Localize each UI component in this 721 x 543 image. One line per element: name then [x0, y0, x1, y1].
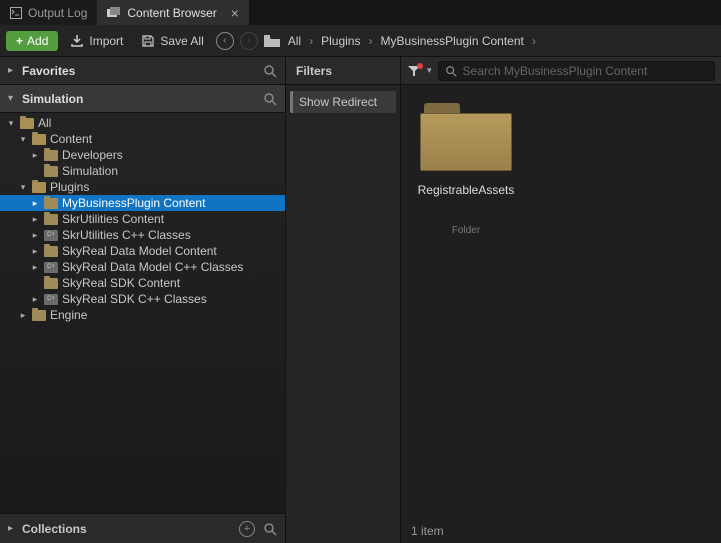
import-icon [70, 34, 84, 48]
tab-bar: Output Log Content Browser × [0, 0, 721, 25]
search-icon[interactable] [263, 522, 277, 536]
search-icon[interactable] [263, 92, 277, 106]
terminal-icon [10, 7, 22, 19]
folder-icon [44, 214, 58, 225]
save-all-button[interactable]: Save All [135, 31, 209, 51]
import-button[interactable]: Import [64, 31, 129, 51]
item-count: 1 item [411, 524, 444, 538]
folder-icon [20, 118, 34, 129]
tree-skyreal-sdk-content[interactable]: SkyReal SDK Content [0, 275, 285, 291]
filter-chip-label: Show Redirect [299, 95, 377, 109]
tree-skyreal-sdk-cpp[interactable]: ▸C+SkyReal SDK C++ Classes [0, 291, 285, 307]
folder-icon [44, 246, 58, 257]
favorites-header[interactable]: ▸ Favorites [0, 57, 285, 85]
crumb-plugin[interactable]: MyBusinessPlugin Content [376, 32, 527, 50]
cpp-icon: C+ [44, 230, 58, 241]
add-label: Add [27, 34, 48, 48]
collections-title: Collections [22, 522, 239, 536]
cpp-icon: C+ [44, 294, 58, 305]
tree-engine[interactable]: ▸Engine [0, 307, 285, 323]
search-input[interactable] [463, 64, 708, 78]
tree-simulation[interactable]: Simulation [0, 163, 285, 179]
simulation-header[interactable]: ▾ Simulation [0, 85, 285, 113]
filters-title: Filters [296, 64, 332, 78]
sources-panel: ▸ Favorites ▾ Simulation ▾All ▾Content ▸… [0, 57, 286, 543]
expander-icon[interactable]: ▾ [8, 93, 18, 104]
crumb-all[interactable]: All [284, 32, 305, 50]
favorites-title: Favorites [22, 64, 263, 78]
folder-stack-icon [107, 7, 121, 19]
plus-icon: + [16, 34, 23, 48]
tab-output-log[interactable]: Output Log [0, 0, 97, 25]
folder-icon [44, 150, 58, 161]
folder-icon [32, 134, 46, 145]
tree-skyreal-dm-content[interactable]: ▸SkyReal Data Model Content [0, 243, 285, 259]
tab-content-browser[interactable]: Content Browser × [97, 0, 249, 25]
content-toolbar: ▾ [401, 57, 721, 85]
filter-active-dot [417, 63, 423, 69]
chevron-down-icon[interactable]: ▾ [427, 65, 432, 76]
close-icon[interactable]: × [231, 5, 239, 21]
tree-content[interactable]: ▾Content [0, 131, 285, 147]
folder-icon [32, 182, 46, 193]
search-icon[interactable] [263, 64, 277, 78]
tree-skr-cpp[interactable]: ▸C+SkrUtilities C++ Classes [0, 227, 285, 243]
asset-name: RegistrableAssets [411, 183, 521, 197]
crumb-plugins[interactable]: Plugins [317, 32, 364, 50]
asset-type: Folder [411, 225, 521, 236]
tab-label: Content Browser [127, 6, 216, 20]
tree-all[interactable]: ▾All [0, 115, 285, 131]
collections-header[interactable]: ▸ Collections + [0, 513, 285, 543]
tree-developers[interactable]: ▸Developers [0, 147, 285, 163]
tree-skyreal-dm-cpp[interactable]: ▸C+SkyReal Data Model C++ Classes [0, 259, 285, 275]
asset-folder-registrableassets[interactable]: RegistrableAssets Folder [411, 103, 521, 236]
chevron-right-icon: › [532, 34, 536, 48]
search-box[interactable] [438, 61, 715, 81]
cpp-icon: C+ [44, 262, 58, 273]
main-area: ▸ Favorites ▾ Simulation ▾All ▾Content ▸… [0, 57, 721, 543]
save-all-label: Save All [160, 34, 203, 48]
filters-header: Filters [286, 57, 400, 85]
toolbar: + Add Import Save All ‹ › All › Plugins … [0, 25, 721, 57]
import-label: Import [89, 34, 123, 48]
source-tree: ▾All ▾Content ▸Developers Simulation ▾Pl… [0, 113, 285, 513]
tree-mybusinessplugin[interactable]: ▸MyBusinessPlugin Content [0, 195, 285, 211]
tab-label: Output Log [28, 6, 87, 20]
history-back-button[interactable]: ‹ [216, 32, 234, 50]
search-icon [445, 65, 457, 77]
folder-icon [44, 198, 58, 209]
folder-icon [420, 103, 512, 173]
expander-icon[interactable]: ▸ [8, 65, 18, 76]
folder-icon [44, 278, 58, 289]
chevron-right-icon: › [309, 34, 313, 48]
folder-icon [44, 166, 58, 177]
content-view: ▾ RegistrableAssets Folder 1 item [401, 57, 721, 543]
tree-skr-content[interactable]: ▸SkrUtilities Content [0, 211, 285, 227]
breadcrumb: All › Plugins › MyBusinessPlugin Content… [264, 32, 536, 50]
status-bar: 1 item [401, 519, 721, 543]
folder-icon [264, 35, 280, 47]
filters-panel: Filters Show Redirect [286, 57, 401, 543]
add-button[interactable]: + Add [6, 31, 58, 51]
add-collection-button[interactable]: + [239, 521, 255, 537]
history-forward-button[interactable]: › [240, 32, 258, 50]
asset-grid: RegistrableAssets Folder [401, 85, 721, 519]
save-icon [141, 34, 155, 48]
folder-icon [32, 310, 46, 321]
tree-plugins[interactable]: ▾Plugins [0, 179, 285, 195]
filter-show-redirect[interactable]: Show Redirect [290, 91, 396, 113]
simulation-title: Simulation [22, 92, 263, 106]
expander-icon[interactable]: ▸ [8, 523, 18, 534]
chevron-right-icon: › [368, 34, 372, 48]
filter-icon[interactable] [407, 65, 421, 77]
